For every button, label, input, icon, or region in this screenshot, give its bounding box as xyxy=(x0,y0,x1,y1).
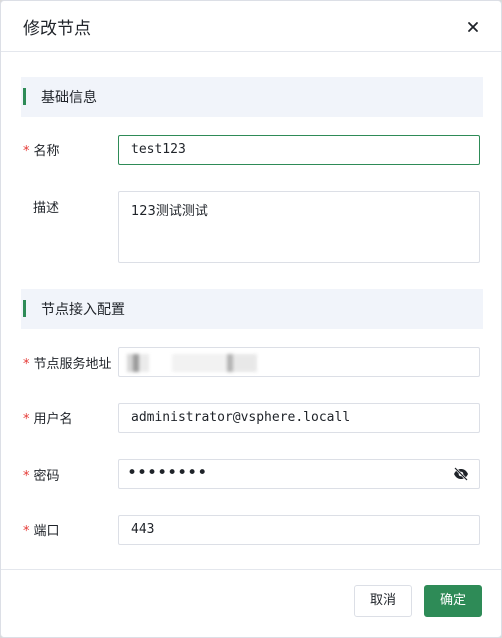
section-basic-info: 基础信息 xyxy=(21,77,483,117)
dialog-header: 修改节点 xyxy=(1,1,501,52)
section-title-access: 节点接入配置 xyxy=(41,302,125,318)
name-input[interactable]: test123 xyxy=(118,135,480,165)
section-accent-bar xyxy=(23,300,26,317)
section-title-basic: 基础信息 xyxy=(41,90,97,106)
required-mark: * xyxy=(23,357,30,372)
password-value: •••••••• xyxy=(127,463,208,483)
name-label: * 名称 xyxy=(23,144,60,159)
address-input[interactable] xyxy=(118,347,480,377)
section-accent-bar xyxy=(23,88,26,105)
description-value: 123测试测试 xyxy=(131,204,208,219)
password-input[interactable]: •••••••• xyxy=(118,459,480,489)
eye-off-icon[interactable] xyxy=(453,467,469,481)
username-label: * 用户名 xyxy=(23,412,73,427)
password-label: * 密码 xyxy=(23,469,60,484)
dialog-footer: 取消 确定 xyxy=(1,569,501,638)
address-label: * 节点服务地址 xyxy=(23,357,112,372)
username-value: administrator@vsphere.locall xyxy=(131,410,351,425)
username-input[interactable]: administrator@vsphere.locall xyxy=(118,403,480,433)
port-label: * 端口 xyxy=(23,524,60,539)
port-value: 443 xyxy=(131,522,155,537)
dialog-title: 修改节点 xyxy=(23,19,91,39)
description-label: 描述 xyxy=(33,201,60,216)
section-access-config: 节点接入配置 xyxy=(21,289,483,329)
close-icon[interactable] xyxy=(463,17,483,37)
required-mark: * xyxy=(23,144,30,159)
dialog-body: 基础信息 * 名称 test123 描述 123测试测试 节点接入配置 * 节点服务… xyxy=(1,52,501,569)
required-mark: * xyxy=(23,524,30,539)
confirm-button[interactable]: 确定 xyxy=(424,585,482,617)
redacted-address xyxy=(127,354,257,372)
edit-node-dialog: 修改节点 基础信息 * 名称 test123 描述 123测试测试 节点接入配置 … xyxy=(0,0,502,638)
required-mark: * xyxy=(23,412,30,427)
description-textarea[interactable]: 123测试测试 xyxy=(118,191,480,263)
required-mark: * xyxy=(23,469,30,484)
port-input[interactable]: 443 xyxy=(118,515,480,545)
name-value: test123 xyxy=(131,142,186,157)
cancel-button[interactable]: 取消 xyxy=(354,585,412,617)
